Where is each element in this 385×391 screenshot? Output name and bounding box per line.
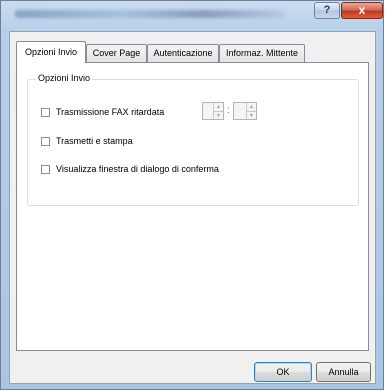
- minute-field[interactable]: [234, 103, 246, 119]
- time-separator: :: [227, 105, 230, 116]
- checkbox-show-confirm-dialog[interactable]: [41, 164, 50, 174]
- spin-down-icon[interactable]: ▼: [214, 111, 223, 120]
- title-bar[interactable]: ? x: [1, 1, 383, 27]
- tab-cover-page[interactable]: Cover Page: [86, 44, 147, 62]
- dialog-client-area: Opzioni Invio Cover Page Autenticazione …: [9, 31, 376, 384]
- spin-up-icon[interactable]: ▲: [214, 103, 223, 111]
- minute-spinner[interactable]: ▲ ▼: [233, 102, 257, 120]
- tab-opzioni-invio[interactable]: Opzioni Invio: [16, 41, 86, 63]
- option-show-confirm-dialog[interactable]: Visualizza finestra di dialogo di confer…: [41, 163, 219, 175]
- group-title: Opzioni Invio: [36, 73, 93, 83]
- ok-button[interactable]: OK: [254, 362, 312, 382]
- hour-spinner[interactable]: ▲ ▼: [202, 102, 224, 120]
- option-label: Visualizza finestra di dialogo di confer…: [56, 164, 219, 174]
- tab-autenticazione[interactable]: Autenticazione: [147, 44, 219, 62]
- spin-down-icon[interactable]: ▼: [247, 111, 256, 120]
- minute-spinner-arrows[interactable]: ▲ ▼: [246, 103, 256, 119]
- option-label: Trasmissione FAX ritardata: [56, 107, 165, 117]
- spin-up-icon[interactable]: ▲: [247, 103, 256, 111]
- close-button[interactable]: x: [341, 2, 383, 19]
- tab-panel-opzioni-invio: Opzioni Invio Trasmissione FAX ritardata…: [16, 62, 369, 351]
- hour-spinner-arrows[interactable]: ▲ ▼: [213, 103, 223, 119]
- cancel-button[interactable]: Annulla: [316, 362, 371, 382]
- help-button[interactable]: ?: [314, 2, 340, 19]
- tab-informaz-mittente[interactable]: Informaz. Mittente: [219, 44, 305, 62]
- option-label: Trasmetti e stampa: [56, 136, 133, 146]
- checkbox-fax-delayed[interactable]: [41, 107, 50, 117]
- option-send-and-print[interactable]: Trasmetti e stampa: [41, 135, 133, 147]
- group-opzioni-invio: Opzioni Invio Trasmissione FAX ritardata…: [27, 73, 359, 206]
- option-fax-delayed[interactable]: Trasmissione FAX ritardata: [41, 106, 164, 118]
- window-title-blurred: [15, 10, 285, 18]
- dialog-window: ? x Opzioni Invio Cover Page Autenticazi…: [0, 0, 384, 390]
- checkbox-send-and-print[interactable]: [41, 136, 50, 146]
